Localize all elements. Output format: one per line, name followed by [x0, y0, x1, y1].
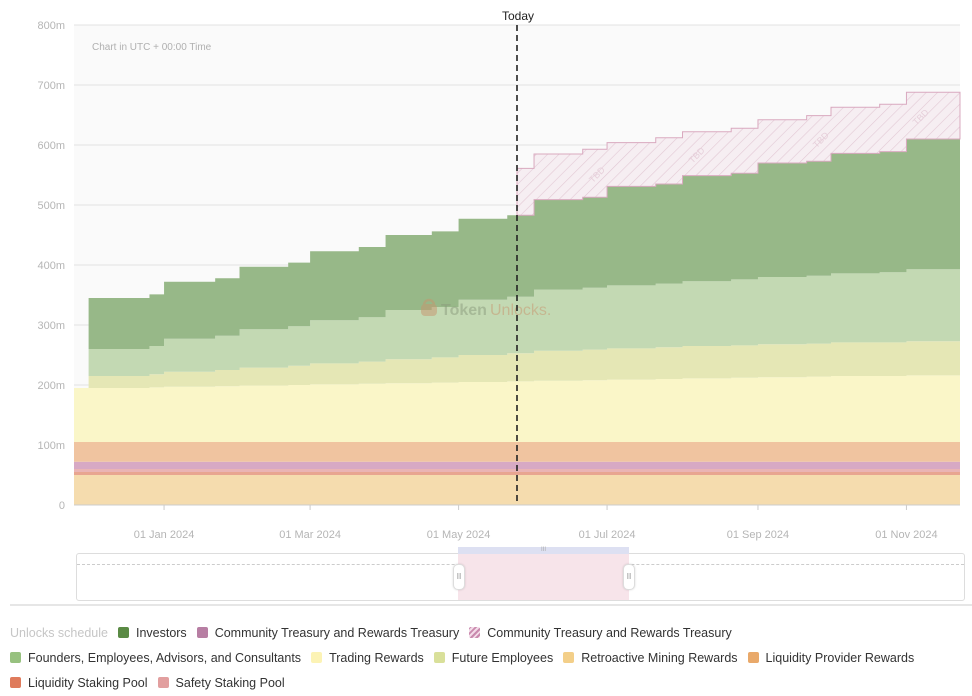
legend-label: Investors [135, 625, 187, 640]
hatched-swatch-icon [469, 627, 481, 638]
range-navigator[interactable]: III II II [76, 547, 965, 601]
legend-item[interactable]: Safety Staking Pool [157, 675, 285, 690]
y-tick-label: 700m [37, 80, 65, 92]
legend-item[interactable]: Founders, Employees, Advisors, and Consu… [10, 651, 301, 665]
legend-item[interactable]: Trading Rewards [311, 651, 424, 665]
legend-label: Retroactive Mining Rewards [581, 650, 738, 665]
y-tick-label: 500m [37, 200, 65, 212]
series-area-1[interactable] [74, 472, 960, 475]
y-tick-label: 600m [37, 140, 65, 152]
legend-row: Liquidity Staking Pool Safety Staking Poo… [10, 670, 972, 695]
legend-label: Safety Staking Pool [175, 675, 285, 690]
x-tick-label: 01 Sep 2024 [727, 529, 789, 541]
color-swatch-icon [10, 652, 21, 663]
navigator-left-handle[interactable]: II [453, 564, 465, 590]
watermark: Token Unlocks. [421, 298, 551, 319]
legend-label: Future Employees [451, 650, 554, 665]
color-swatch-icon [563, 652, 575, 663]
legend-item[interactable]: Future Employees [433, 650, 554, 665]
x-tick-label: 01 May 2024 [427, 529, 491, 541]
color-swatch-icon [433, 652, 445, 663]
y-tick-label: 0 [59, 500, 65, 512]
legend-row: Unlocks schedule Investors Community Treas… [10, 620, 972, 645]
x-axis: 01 Jan 2024 01 Mar 2024 01 May 2024 01 Jul … [134, 505, 938, 541]
navigator-scrollbar[interactable]: III [458, 547, 629, 554]
color-swatch-icon [10, 677, 21, 688]
y-tick-label: 300m [37, 320, 65, 332]
y-tick-label: 100m [37, 440, 65, 452]
y-tick-label: 200m [37, 380, 65, 392]
color-swatch-icon [157, 677, 169, 688]
watermark-unlocks: Unlocks. [490, 302, 551, 319]
legend-item[interactable]: Retroactive Mining Rewards [563, 650, 738, 665]
legend-item[interactable]: Community Treasury and Rewards Treasury [469, 626, 732, 640]
unlock-chart: 0 100m 200m 300m 400m 500m 600m 700m 800m Chart … [37, 9, 961, 541]
x-tick-label: 01 Jan 2024 [134, 529, 195, 541]
legend-label: Community Treasury and Rewards Treasury [487, 625, 732, 640]
x-tick-label: 01 Mar 2024 [279, 529, 341, 541]
legend-label: Trading Rewards [329, 650, 424, 665]
legend-item[interactable]: Community Treasury and Rewards Treasury [196, 625, 460, 640]
y-tick-label: 800m [37, 20, 65, 32]
y-tick-label: 400m [37, 260, 65, 272]
legend-item[interactable]: Investors [117, 625, 187, 640]
navigator-selection[interactable] [458, 547, 629, 600]
color-swatch-icon [117, 627, 129, 638]
legend-label: Liquidity Provider Rewards [765, 650, 915, 665]
today-label: Today [502, 9, 534, 23]
legend: Unlocks schedule Investors Community Treas… [10, 620, 972, 695]
legend-row: Founders, Employees, Advisors, and Consu… [10, 645, 972, 670]
x-tick-label: 01 Nov 2024 [875, 529, 937, 541]
watermark-token: Token [441, 302, 487, 319]
legend-item[interactable]: Liquidity Provider Rewards [747, 650, 915, 665]
color-swatch-icon [747, 652, 759, 663]
timezone-note: Chart in UTC + 00:00 Time [92, 42, 212, 53]
navigator-right-handle[interactable]: II [623, 564, 635, 590]
legend-label: Liquidity Staking Pool [28, 675, 148, 690]
y-axis: 0 100m 200m 300m 400m 500m 600m 700m 800m [37, 20, 65, 512]
color-swatch-icon [196, 627, 208, 638]
color-swatch-icon [311, 652, 323, 663]
legend-divider [10, 604, 972, 606]
legend-title: Unlocks schedule [10, 625, 108, 640]
legend-label: Founders, Employees, Advisors, and Consu… [28, 650, 302, 665]
legend-label: Community Treasury and Rewards Treasury [214, 625, 460, 640]
x-tick-label: 01 Jul 2024 [579, 529, 636, 541]
legend-item[interactable]: Liquidity Staking Pool [10, 676, 148, 690]
